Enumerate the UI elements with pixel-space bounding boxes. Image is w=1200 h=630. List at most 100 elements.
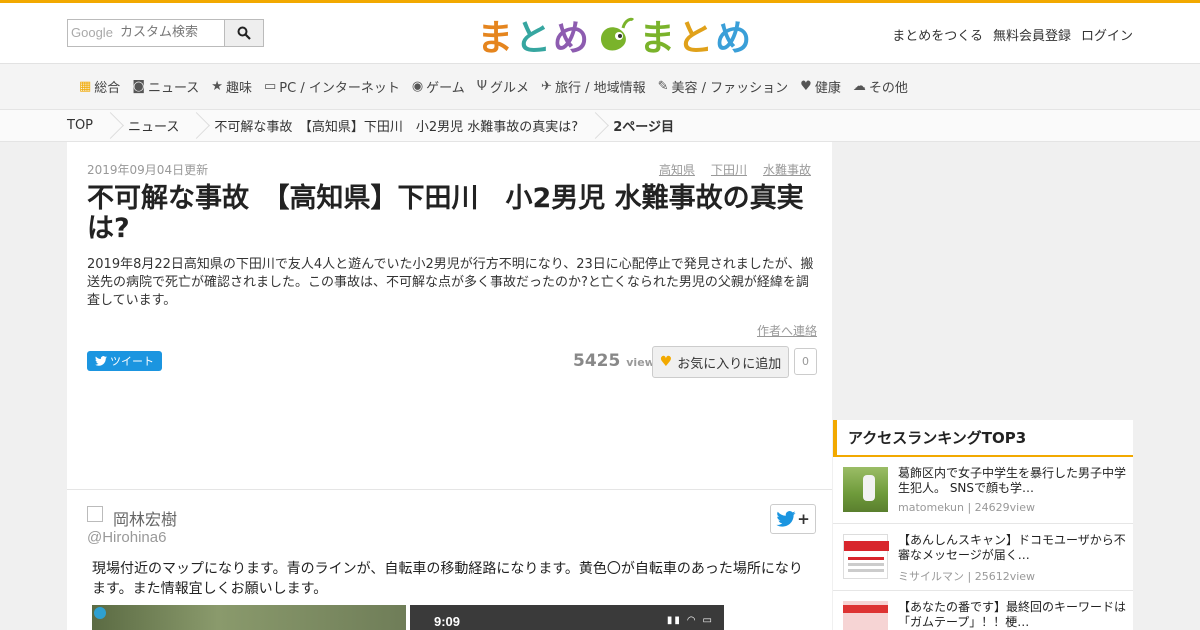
breadcrumb-news[interactable]: ニュース [128, 116, 179, 135]
category-label: グルメ [490, 81, 530, 96]
category-item-all[interactable]: ▦ 総合 [79, 77, 120, 96]
category-nav: ▦ 総合 ◙ ニュース ★ 趣味 ▭ PC / インターネット ◉ ゲーム Ψ グルメ ✈ 旅… [0, 64, 1200, 110]
create-matome-link[interactable]: まとめをつくる [892, 25, 983, 44]
star-icon: ★ [211, 79, 223, 94]
category-item-gourmet[interactable]: Ψ グルメ [477, 77, 529, 96]
category-item-hobby[interactable]: ★ 趣味 [211, 77, 252, 96]
login-link[interactable]: ログイン [1081, 25, 1133, 44]
search-button[interactable] [224, 19, 264, 47]
tag-link[interactable]: 水難事故 [763, 161, 811, 178]
plane-icon: ✈ [541, 79, 552, 94]
logo-char: と [677, 18, 716, 59]
breadcrumb-separator [107, 111, 119, 141]
site-header: Google カスタム検索 ま と め ま と め まとめをつくる 無料会員登録… [0, 3, 1200, 64]
ranking-thumbnail[interactable] [843, 467, 888, 512]
logo-mascot-icon [601, 17, 635, 51]
ranking-thumbnail[interactable] [843, 601, 888, 630]
category-label: 趣味 [225, 81, 252, 96]
search-input[interactable]: Google カスタム検索 [67, 19, 224, 47]
monitor-icon: ▭ [263, 79, 277, 94]
twitter-bird-icon [776, 511, 796, 527]
google-label: Google [71, 25, 113, 40]
category-item-news[interactable]: ◙ ニュース [132, 77, 199, 96]
view-unit: view [626, 356, 655, 369]
category-item-other[interactable]: ☁ その他 [853, 77, 908, 96]
ranking-title[interactable]: 【あんしんスキャン】ドコモユーザから不審なメッセージが届く… [898, 533, 1128, 563]
brush-icon: ✎ [657, 79, 669, 94]
quote-text: 現場付近のマップになります。青のラインが、自転車の移動経路になります。黄色〇が自… [92, 561, 803, 597]
category-label: 美容 / ファッション [671, 81, 789, 96]
add-favorite-button[interactable]: ♥ お気に入りに追加 [652, 346, 789, 378]
category-item-game[interactable]: ◉ ゲーム [412, 77, 465, 96]
ranking-item[interactable]: 葛飾区内で女子中学生を暴行した男子中学生犯人。 SNSで顔も学… matomek… [833, 457, 1133, 524]
category-item-pc[interactable]: ▭ PC / インターネット [264, 77, 400, 96]
breadcrumb-article[interactable]: 不可解な事故 【高知県】下田川 小2男児 水難事故の真実は? [214, 116, 578, 135]
twitter-bird-icon [95, 356, 107, 366]
category-label: ゲーム [426, 81, 465, 96]
ranking-item[interactable]: 【あんしんスキャン】ドコモユーザから不審なメッセージが届く… ミサイルマン | … [833, 524, 1133, 591]
header-links: まとめをつくる 無料会員登録 ログイン [892, 25, 1133, 44]
heart-icon: ♥ [659, 354, 673, 370]
follow-plus: + [797, 510, 810, 528]
map-photo[interactable] [92, 605, 406, 630]
register-link[interactable]: 無料会員登録 [993, 25, 1071, 44]
category-label: 旅行 / 地域情報 [554, 81, 646, 96]
other-icon: ☁ [852, 79, 866, 94]
favorite-count: 0 [794, 348, 817, 375]
ranking-thumbnail[interactable] [843, 534, 889, 579]
twitter-follow-button[interactable]: + [770, 504, 816, 534]
breadcrumb-separator [592, 111, 604, 141]
category-item-health[interactable]: ♥ 健康 [800, 77, 841, 96]
tag-link[interactable]: 下田川 [711, 161, 747, 178]
site-logo[interactable]: ま と め ま と め [477, 13, 753, 59]
access-ranking: アクセスランキングTOP3 葛飾区内で女子中学生を暴行した男子中学生犯人。 SN… [833, 420, 1133, 630]
updated-date: 2019年09月04日更新 [87, 163, 209, 177]
quote-author-handle[interactable]: @Hirohina6 [87, 529, 166, 546]
quote-author-name[interactable]: 岡林宏樹 [113, 506, 177, 530]
phone-screenshot-photo[interactable]: 9:09 ▮▮ ◠ ▭ [410, 605, 724, 630]
ranking-title[interactable]: 【あなたの番です】最終回のキーワードは「ガムテープ」！！梗… [898, 600, 1128, 630]
category-label: PC / インターネット [279, 81, 400, 96]
category-item-travel[interactable]: ✈ 旅行 / 地域情報 [541, 77, 646, 96]
logo-char: め [715, 18, 754, 59]
grid-icon: ▦ [79, 79, 92, 94]
article-description: 2019年8月22日高知県の下田川で友人4人と遊んでいた小2男児が行方不明になり… [87, 257, 814, 308]
tag-list: 高知県 下田川 水難事故 [659, 161, 811, 178]
ranking-item[interactable]: 【あなたの番です】最終回のキーワードは「ガムテープ」！！梗… [833, 591, 1133, 630]
category-label: 健康 [814, 81, 841, 96]
tweet-button[interactable]: ツイート [87, 351, 162, 371]
tweet-label: ツイート [110, 355, 154, 368]
article-title: 不可解な事故 【高知県】下田川 小2男児 水難事故の真実は? [87, 183, 804, 244]
breadcrumb-separator [193, 111, 205, 141]
map-pin-icon [94, 607, 106, 619]
search-icon [237, 26, 251, 40]
view-number: 5425 [573, 351, 621, 371]
section-divider [67, 489, 832, 490]
gamepad-icon: ◉ [411, 79, 424, 94]
logo-char: め [553, 18, 592, 59]
tag-link[interactable]: 高知県 [659, 161, 695, 178]
category-label: ニュース [147, 81, 200, 96]
logo-char: と [515, 18, 554, 59]
cutlery-icon: Ψ [476, 79, 488, 94]
view-count: 5425 view [573, 351, 655, 371]
category-item-beauty[interactable]: ✎ 美容 / ファッション [658, 77, 789, 96]
ranking-meta: ミサイルマン | 25612view [898, 570, 1036, 583]
camera-icon: ◙ [132, 79, 145, 94]
breadcrumb: TOP ニュース 不可解な事故 【高知県】下田川 小2男児 水難事故の真実は? … [0, 110, 1200, 142]
contact-author-link[interactable]: 作者へ連絡 [757, 322, 817, 339]
phone-time: 9:09 [434, 614, 461, 629]
search-placeholder: カスタム検索 [120, 25, 199, 40]
ranking-meta: matomekun | 24629view [898, 501, 1035, 514]
category-label: その他 [868, 81, 908, 96]
breadcrumb-top[interactable]: TOP [67, 118, 93, 133]
phone-status-icons: ▮▮ ◠ ▭ [666, 615, 714, 626]
ranking-heading: アクセスランキングTOP3 [833, 420, 1133, 457]
logo-char: ま [477, 18, 516, 59]
ranking-title[interactable]: 葛飾区内で女子中学生を暴行した男子中学生犯人。 SNSで顔も学… [898, 466, 1128, 496]
author-avatar [87, 506, 103, 522]
article-main: 2019年09月04日更新 高知県 下田川 水難事故 不可解な事故 【高知県】下… [67, 142, 832, 630]
logo-char: ま [639, 18, 678, 59]
favorite-label: お気に入りに追加 [677, 356, 782, 372]
category-label: 総合 [94, 81, 121, 96]
